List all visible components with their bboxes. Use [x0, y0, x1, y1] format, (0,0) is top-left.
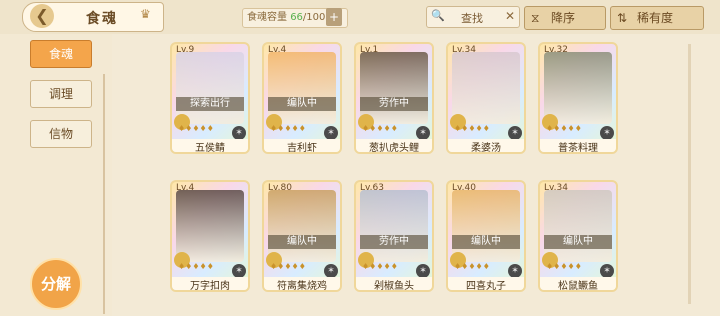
scrollbar[interactable] — [688, 44, 691, 304]
character-portrait — [176, 190, 244, 262]
character-name: 松鼠鳜鱼 — [540, 277, 616, 290]
search-label: 查找 — [461, 12, 483, 25]
sidebar-item-label: 信物 — [48, 127, 73, 141]
star-rating-icon: ♦♦♦♦♦ — [178, 124, 214, 133]
status-badge: 劳作中 — [360, 97, 428, 111]
food-soul-card[interactable]: Lv.32 ♦♦♦♦♦ ✶ 普茶料理 — [538, 42, 618, 154]
character-portrait — [544, 190, 612, 262]
character-portrait — [544, 52, 612, 124]
star-rating-icon: ♦♦♦♦♦ — [546, 262, 582, 271]
sort-arrows-icon: ⇅ — [617, 11, 628, 25]
page-title: 食魂 — [86, 11, 118, 27]
character-portrait — [176, 52, 244, 124]
food-soul-card[interactable]: Lv.34 ♦♦♦♦♦ ✶ 柔婆汤 — [446, 42, 526, 154]
sidebar-item-label: 食魂 — [48, 47, 73, 61]
star-rating-icon: ♦♦♦♦♦ — [546, 124, 582, 133]
sidebar-divider — [103, 74, 105, 314]
character-name: 柔婆汤 — [448, 139, 524, 152]
level-label: Lv.34 — [452, 45, 476, 55]
level-label: Lv.40 — [452, 183, 476, 193]
status-badge: 探索出行 — [176, 97, 244, 111]
sort-field-button[interactable]: ⇅ 稀有度 — [610, 6, 704, 30]
status-badge: 编队中 — [268, 235, 336, 249]
character-name: 万字扣肉 — [172, 277, 248, 290]
food-soul-card[interactable]: Lv.34 编队中 ♦♦♦♦♦ ✶ 松鼠鳜鱼 — [538, 180, 618, 292]
character-name: 五侯鲭 — [172, 139, 248, 152]
star-rating-icon: ♦♦♦♦♦ — [362, 262, 398, 271]
element-icon: ✶ — [416, 264, 430, 278]
character-portrait — [452, 190, 520, 262]
character-name: 吉利虾 — [264, 139, 340, 152]
element-icon: ✶ — [600, 264, 614, 278]
element-icon: ✶ — [324, 264, 338, 278]
food-soul-card[interactable]: Lv.4 ♦♦♦♦♦ ✶ 万字扣肉 — [170, 180, 250, 292]
crown-icon: ♛ — [140, 7, 151, 21]
character-name: 葱扒虎头鲤 — [356, 139, 432, 152]
back-arrow-icon[interactable]: ❮ — [30, 4, 54, 28]
sort-order-label: 降序 — [551, 11, 576, 25]
search-input[interactable]: 🔍 查找 ✕ — [426, 6, 520, 28]
star-rating-icon: ♦♦♦♦♦ — [270, 262, 306, 271]
search-icon: 🔍 — [431, 9, 445, 22]
character-name: 剁椒鱼头 — [356, 277, 432, 290]
level-label: Lv.9 — [176, 45, 195, 55]
food-soul-card[interactable]: Lv.80 编队中 ♦♦♦♦♦ ✶ 符离集烧鸡 — [262, 180, 342, 292]
level-label: Lv.32 — [544, 45, 568, 55]
sidebar: 食魂 调理 信物 分解 — [0, 34, 112, 316]
element-icon: ✶ — [508, 126, 522, 140]
star-rating-icon: ♦♦♦♦♦ — [454, 124, 490, 133]
sidebar-item-label: 调理 — [48, 87, 73, 101]
element-icon: ✶ — [508, 264, 522, 278]
capacity-current: 66 — [290, 12, 303, 23]
level-label: Lv.63 — [360, 183, 384, 193]
food-soul-card[interactable]: Lv.4 编队中 ♦♦♦♦♦ ✶ 吉利虾 — [262, 42, 342, 154]
level-label: Lv.4 — [176, 183, 195, 193]
capacity-label: 食魂容量 — [247, 12, 287, 23]
food-soul-card[interactable]: Lv.63 劳作中 ♦♦♦♦♦ ✶ 剁椒鱼头 — [354, 180, 434, 292]
sidebar-item-food-souls[interactable]: 食魂 — [30, 40, 92, 68]
star-rating-icon: ♦♦♦♦♦ — [454, 262, 490, 271]
top-bar: ❮ 食魂 ♛ 食魂容量 66/1000 + 🔍 查找 ✕ ⧖ 降序 ⇅ 稀有度 — [0, 0, 720, 34]
food-soul-card[interactable]: Lv.40 编队中 ♦♦♦♦♦ ✶ 四喜丸子 — [446, 180, 526, 292]
level-label: Lv.34 — [544, 183, 568, 193]
food-soul-card[interactable]: Lv.1 劳作中 ♦♦♦♦♦ ✶ 葱扒虎头鲤 — [354, 42, 434, 154]
decompose-button[interactable]: 分解 — [30, 258, 82, 310]
sidebar-item-cooking[interactable]: 调理 — [30, 80, 92, 108]
status-badge: 劳作中 — [360, 235, 428, 249]
character-portrait — [452, 52, 520, 124]
level-label: Lv.1 — [360, 45, 379, 55]
filter-icon: ⧖ — [531, 11, 540, 25]
star-rating-icon: ♦♦♦♦♦ — [362, 124, 398, 133]
element-icon: ✶ — [416, 126, 430, 140]
level-label: Lv.4 — [268, 45, 287, 55]
star-rating-icon: ♦♦♦♦♦ — [178, 262, 214, 271]
character-name: 四喜丸子 — [448, 277, 524, 290]
sort-field-label: 稀有度 — [637, 11, 674, 25]
element-icon: ✶ — [600, 126, 614, 140]
element-icon: ✶ — [232, 126, 246, 140]
element-icon: ✶ — [232, 264, 246, 278]
card-grid: Lv.9 探索出行 ♦♦♦♦♦ ✶ 五侯鲭 Lv.4 编队中 ♦♦♦♦♦ ✶ 吉利虾 Lv.1 劳作中… — [170, 42, 690, 312]
close-icon[interactable]: ✕ — [505, 9, 515, 23]
character-portrait — [268, 190, 336, 262]
status-badge: 编队中 — [452, 235, 520, 249]
status-badge: 编队中 — [268, 97, 336, 111]
character-portrait — [360, 52, 428, 124]
level-label: Lv.80 — [268, 183, 292, 193]
star-rating-icon: ♦♦♦♦♦ — [270, 124, 306, 133]
food-soul-card[interactable]: Lv.9 探索出行 ♦♦♦♦♦ ✶ 五侯鲭 — [170, 42, 250, 154]
sidebar-item-tokens[interactable]: 信物 — [30, 120, 92, 148]
sort-order-button[interactable]: ⧖ 降序 — [524, 6, 606, 30]
element-icon: ✶ — [324, 126, 338, 140]
add-capacity-button[interactable]: + — [326, 8, 342, 26]
status-badge: 编队中 — [544, 235, 612, 249]
character-name: 普茶料理 — [540, 139, 616, 152]
character-name: 符离集烧鸡 — [264, 277, 340, 290]
character-portrait — [360, 190, 428, 262]
character-portrait — [268, 52, 336, 124]
